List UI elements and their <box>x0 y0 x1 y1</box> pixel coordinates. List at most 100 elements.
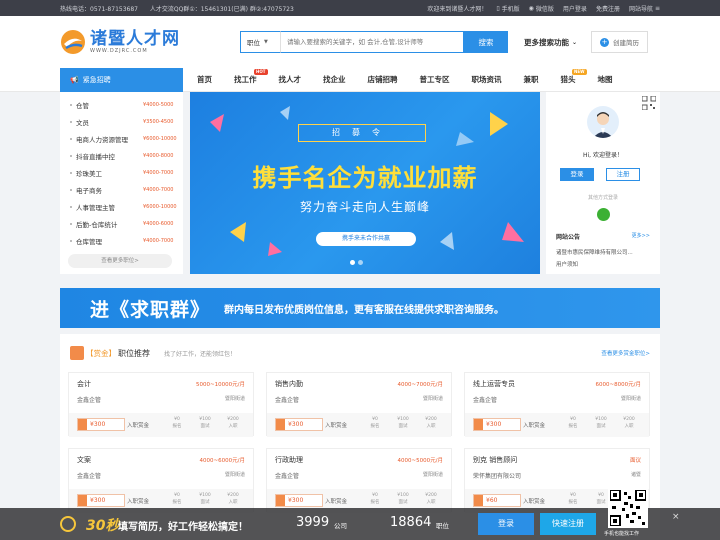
search-type-select[interactable]: 职位 ▼ <box>240 31 280 53</box>
more-bonus-jobs-link[interactable]: 查看更多赏金职位> <box>601 349 650 357</box>
site-nav-link[interactable]: 网站导航 ≡ <box>629 4 660 13</box>
job-title[interactable]: 会计 <box>77 379 91 389</box>
notice-item[interactable]: 用户须知 <box>556 260 656 268</box>
red-envelope-icon <box>474 419 483 430</box>
nav-item[interactable]: 店铺招聘 <box>368 74 398 85</box>
wechat-link[interactable]: ◉ 微信版 <box>529 4 554 13</box>
nav-item[interactable]: 兼职 <box>524 74 539 85</box>
nav-item[interactable]: 找工作 HOT <box>234 69 268 85</box>
urgent-hiring-tab[interactable]: 📢 紧急招聘 <box>60 67 183 92</box>
notice-item[interactable]: 诸暨市惠民保障维持有限公司... <box>556 248 656 256</box>
job-title[interactable]: 销售内勤 <box>275 379 303 389</box>
other-login-label: 其他方式登录 <box>587 195 618 201</box>
urgent-jobs-list: 仓管 ¥4000-5000 文员 ¥3500-4500 电商人力资源管理 ¥6000-10… <box>60 92 183 274</box>
hero-banner[interactable]: 招募令 携手名企为就业加薪 努力奋斗走向人生巅峰 携手来未合作共赢 <box>190 92 540 274</box>
mobile-link[interactable]: ▯ 手机版 <box>496 4 519 13</box>
reward-label: 入职赏金 <box>523 423 546 429</box>
job-card[interactable]: 销售内勤 4000~7000元/月 金鑫企管 暨阳街道 ¥300 入职赏金 ¥0 报名 ¥100… <box>266 372 452 437</box>
urgent-job-item[interactable]: 仓管 ¥4000-5000 <box>60 96 183 113</box>
job-reward-row: ¥300 入职赏金 ¥0 报名 ¥100 面试 ¥200 入职 <box>69 413 253 437</box>
reward-stat-value: ¥0 <box>372 417 378 422</box>
bullet-icon <box>70 137 72 140</box>
reward-stat-value: ¥200 <box>623 417 635 422</box>
register-button[interactable]: 注册 <box>606 168 640 181</box>
urgent-job-item[interactable]: 后勤-仓库统计 ¥4000-6000 <box>60 215 183 232</box>
job-title[interactable]: 文案 <box>77 455 91 465</box>
view-more-jobs-button[interactable]: 查看更多职位> <box>68 254 172 268</box>
wechat-label: 微信版 <box>535 5 554 13</box>
nav-item[interactable]: 首页 <box>197 74 212 85</box>
urgent-job-item[interactable]: 人事管理主管 ¥6000-10000 <box>60 198 183 215</box>
nav-item-label: 找企业 <box>323 75 346 84</box>
job-title[interactable]: 别克 销售顾问 <box>473 455 517 465</box>
search-input[interactable] <box>280 31 464 53</box>
job-card[interactable]: 行政助理 4000~5000元/月 金鑫企管 暨阳街道 ¥300 入职赏金 ¥0 报名 ¥100… <box>266 448 452 513</box>
urgent-job-item[interactable]: 珍珠美工 ¥4000-7000 <box>60 164 183 181</box>
more-search-link[interactable]: 更多搜索功能 ⌄ <box>524 37 577 48</box>
notice-more-link[interactable]: 更多>> <box>632 232 650 241</box>
reward-stat-value: ¥100 <box>595 417 607 422</box>
urgent-job-item[interactable]: 电子商务 ¥4000-7000 <box>60 181 183 198</box>
nav-item[interactable]: 普工专区 <box>420 74 450 85</box>
group-banner-text: 群内每日发布优质岗位信息，更有客服在线提供求职咨询服务。 <box>224 304 505 316</box>
nav-item[interactable]: 找人才 <box>279 74 302 85</box>
free-register-link[interactable]: 免费注册 <box>596 4 620 13</box>
job-company[interactable]: 荣怀集团有限公司 <box>473 471 521 480</box>
nav-item[interactable]: 猎头 NEW <box>561 69 587 85</box>
search-button[interactable]: 搜索 <box>464 31 508 53</box>
search-bar: 职位 ▼ 搜索 <box>240 31 508 53</box>
float-login-button[interactable]: 登录 <box>478 513 534 535</box>
urgent-job-item[interactable]: 抖音直播中控 ¥4000-8000 <box>60 147 183 164</box>
create-resume-label: 创建简历 <box>613 39 640 47</box>
wechat-login-icon[interactable] <box>597 208 610 221</box>
reward-stat: ¥0 报名 <box>365 492 385 506</box>
site-logo[interactable]: 诸暨人才网 WWW.DZJRC.COM <box>60 29 240 55</box>
float-message: 填写简历，好工作轻松搞定！ <box>118 522 248 533</box>
job-salary: 5000~10000元/月 <box>196 382 245 388</box>
urgent-job-name: 文员 <box>76 118 89 127</box>
job-card[interactable]: 文案 4000~6000元/月 金鑫企管 暨阳街道 ¥300 入职赏金 ¥0 报名 ¥100 面试… <box>68 448 254 513</box>
job-title[interactable]: 行政助理 <box>275 455 303 465</box>
reward-stat-value: ¥200 <box>227 493 239 498</box>
bottom-float-bar: 30秒 填写简历，好工作轻松搞定！ 3999 公司 18864 职位 登录 快速… <box>0 488 720 540</box>
reward-amount: ¥300 <box>77 418 125 431</box>
nav-item[interactable]: 找企业 <box>323 74 346 85</box>
login-button[interactable]: 登录 <box>560 168 594 181</box>
user-panel: Hi, 欢迎登录！ 登录 注册 其他方式登录 网站公告 更多>> 诸暨市惠民保障… <box>546 92 660 274</box>
bullet-icon <box>70 222 72 225</box>
urgent-job-salary: ¥3500-4500 <box>143 118 174 125</box>
job-card[interactable]: 线上运营专员 6000~8000元/月 金鑫企管 暨阳街道 ¥300 入职赏金 ¥0 报名 ¥1… <box>464 372 650 437</box>
banner-cta[interactable]: 携手来未合作共赢 <box>316 232 416 246</box>
close-icon[interactable]: × <box>672 512 680 522</box>
job-company[interactable]: 金鑫企管 <box>473 395 497 404</box>
job-title[interactable]: 线上运营专员 <box>473 379 515 389</box>
carousel-dot[interactable] <box>350 260 355 265</box>
urgent-job-name: 仓管 <box>76 101 89 110</box>
urgent-job-item[interactable]: 文员 ¥3500-4500 <box>60 113 183 130</box>
bullet-icon <box>70 205 72 208</box>
reward-stat-label: 报名 <box>370 424 380 429</box>
reward-stat: ¥0 报名 <box>563 416 583 430</box>
job-card[interactable]: 会计 5000~10000元/月 金鑫企管 暨阳街道 ¥300 入职赏金 ¥0 报名 ¥100 面… <box>68 372 254 437</box>
job-company[interactable]: 金鑫企管 <box>275 471 299 480</box>
user-login-link[interactable]: 用户登录 <box>563 4 587 13</box>
reward-amount: ¥300 <box>275 418 323 431</box>
job-company[interactable]: 金鑫企管 <box>275 395 299 404</box>
nav-item[interactable]: 地图 <box>598 74 613 85</box>
header: 诸暨人才网 WWW.DZJRC.COM 职位 ▼ 搜索 更多搜索功能 ⌄ + 创… <box>0 16 720 68</box>
reward-value: ¥300 <box>90 497 106 504</box>
job-group-banner[interactable]: 进《求职群》 群内每日发布优质岗位信息，更有客服在线提供求职咨询服务。 <box>60 288 660 328</box>
carousel-dot[interactable] <box>358 260 363 265</box>
create-resume-button[interactable]: + 创建简历 <box>591 31 649 53</box>
quick-register-button[interactable]: 快速注册 <box>540 513 596 535</box>
job-company[interactable]: 金鑫企管 <box>77 395 101 404</box>
reward-stat: ¥100 面试 <box>195 416 215 430</box>
qr-code-icon[interactable] <box>642 96 656 110</box>
urgent-job-item[interactable]: 仓库管理 ¥4000-7000 <box>60 232 183 249</box>
reward-stat: ¥200 入职 <box>223 416 243 430</box>
nav-item-label: 普工专区 <box>419 75 450 84</box>
reward-stat-label: 面试 <box>596 424 606 429</box>
urgent-job-item[interactable]: 电商人力资源管理 ¥6000-10000 <box>60 130 183 147</box>
nav-item[interactable]: 职场资讯 <box>472 74 502 85</box>
job-company[interactable]: 金鑫企管 <box>77 471 101 480</box>
